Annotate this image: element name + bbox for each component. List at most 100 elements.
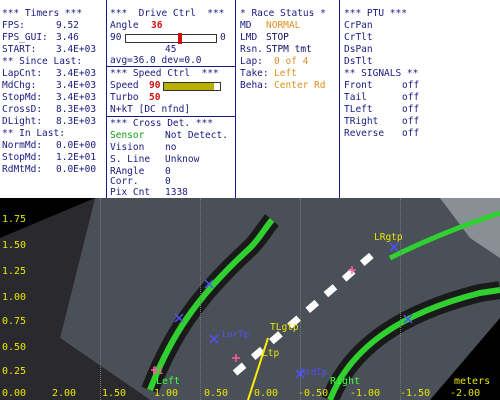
signal-name: Reverse bbox=[344, 128, 385, 139]
marker-label: TLgtp bbox=[270, 322, 299, 333]
y-tick-label: 1.00 bbox=[2, 292, 27, 303]
track-overlay bbox=[0, 198, 500, 400]
timers-panel: *** Timers *** FPS: 9.52 FPS_GUI: 3.46 S… bbox=[0, 0, 107, 198]
signal-value: off bbox=[402, 80, 420, 91]
grid-line bbox=[100, 198, 101, 400]
marker-label: L1 bbox=[152, 366, 164, 377]
ptu-item: CrPan bbox=[344, 20, 373, 31]
stopmd2-label: StopMd: bbox=[2, 152, 43, 163]
cross-divider bbox=[107, 116, 235, 117]
md-label: MD bbox=[240, 20, 252, 31]
y-tick-label: 1.50 bbox=[2, 240, 27, 251]
speed-header: *** Speed Ctrl *** bbox=[110, 68, 219, 79]
md-value: NORMAL bbox=[266, 20, 301, 31]
rsn-value: STPM tmt bbox=[266, 44, 312, 55]
sline-value: Unknow bbox=[165, 154, 200, 165]
ptu-header: *** PTU *** bbox=[344, 8, 407, 19]
grid-line bbox=[400, 198, 401, 400]
angle-slider bbox=[125, 33, 217, 44]
marker-label: RrdTp bbox=[300, 368, 328, 378]
ptu-item: CrTlt bbox=[344, 32, 373, 43]
x-tick-label: -2.00 bbox=[450, 388, 481, 399]
telemetry-panels: *** Timers *** FPS: 9.52 FPS_GUI: 3.46 S… bbox=[0, 0, 500, 198]
since-header: ** Since Last: bbox=[2, 56, 83, 67]
vision-label: Vision bbox=[110, 142, 145, 153]
corr-label: Corr. bbox=[110, 176, 139, 187]
speed-bar bbox=[163, 82, 221, 91]
lap-label: Lap: bbox=[240, 56, 263, 67]
lap-value: 0 of 4 bbox=[274, 56, 309, 67]
signals-header: ** SIGNALS ** bbox=[344, 68, 419, 79]
pixcnt-value: 1338 bbox=[165, 187, 188, 198]
start-value: 3.4E+03 bbox=[56, 44, 97, 55]
speed-bar-fill bbox=[164, 83, 215, 90]
x-tick-label: 2.00 bbox=[52, 388, 77, 399]
take-label: Take: bbox=[240, 68, 269, 79]
crossd-label: CrossD: bbox=[2, 104, 43, 115]
stopmd-value: 3.4E+03 bbox=[56, 92, 97, 103]
cross-header: *** Cross Det. *** bbox=[110, 118, 213, 129]
angle-label: Angle bbox=[110, 20, 139, 31]
left-lane-label: Left bbox=[156, 376, 181, 387]
signal-name: Tail bbox=[344, 92, 367, 103]
sensor-value: Not Detect. bbox=[165, 130, 228, 141]
vision-value: no bbox=[165, 142, 177, 153]
drive-divider bbox=[107, 66, 235, 67]
ptu-item: DsTlt bbox=[344, 56, 373, 67]
start-label: START: bbox=[2, 44, 37, 55]
mdchg-label: MdChg: bbox=[2, 80, 37, 91]
x-tick-label: -0.50 bbox=[298, 388, 329, 399]
marker-label: LnrTp bbox=[222, 330, 250, 340]
fps-value: 9.52 bbox=[56, 20, 79, 31]
normmd-value: 0.0E+00 bbox=[56, 140, 97, 151]
normmd-label: NormMd: bbox=[2, 140, 43, 151]
marker-label: Ltp bbox=[262, 348, 280, 359]
signal-value: off bbox=[402, 128, 420, 139]
x-tick-label: -1.50 bbox=[400, 388, 431, 399]
beha-label: Beha: bbox=[240, 80, 269, 91]
angle-value: 36 bbox=[151, 20, 163, 31]
timers-header: *** Timers *** bbox=[2, 8, 83, 19]
speed-value: 90 bbox=[149, 80, 161, 91]
x-tick-label: 1.50 bbox=[102, 388, 127, 399]
rsn-label: Rsn. bbox=[240, 44, 263, 55]
fpsgui-label: FPS_GUI: bbox=[2, 32, 48, 43]
stopmd2-value: 1.2E+01 bbox=[56, 152, 97, 163]
y-tick-label: 1.25 bbox=[2, 266, 27, 277]
x-tick-label: 0.00 bbox=[254, 388, 279, 399]
y-tick-label: 1.75 bbox=[2, 214, 27, 225]
angle-stats: avg=36.0 dev=0.0 bbox=[110, 55, 202, 66]
grid-line bbox=[200, 198, 201, 400]
x-tick-label: 1.00 bbox=[154, 388, 179, 399]
x-tick-label: 0.50 bbox=[204, 388, 229, 399]
angle-min: 90 bbox=[110, 32, 122, 43]
y-tick-label: 0.75 bbox=[2, 316, 27, 327]
lmd-value: STOP bbox=[266, 32, 289, 43]
fpsgui-value: 3.46 bbox=[56, 32, 79, 43]
stopmd-label: StopMd: bbox=[2, 92, 43, 103]
crossd-value: 8.3E+03 bbox=[56, 104, 97, 115]
mdchg-value: 3.4E+03 bbox=[56, 80, 97, 91]
signal-value: off bbox=[402, 116, 420, 127]
signal-value: off bbox=[402, 92, 420, 103]
turbo-label: Turbo bbox=[110, 92, 139, 103]
sline-label: S. Line bbox=[110, 154, 151, 165]
angle-slider-thumb bbox=[177, 33, 182, 44]
beha-value: Center Rd bbox=[274, 80, 326, 91]
signal-value: off bbox=[402, 104, 420, 115]
signal-name: TRight bbox=[344, 116, 379, 127]
dlight-value: 8.3E+03 bbox=[56, 116, 97, 127]
rdmtmd-label: RdMtMd: bbox=[2, 164, 43, 175]
sensor-label: Sensor bbox=[110, 130, 145, 141]
drive-header: *** Drive Ctrl *** bbox=[110, 8, 225, 19]
lmd-label: LMD bbox=[240, 32, 258, 43]
dlight-label: DLight: bbox=[2, 116, 43, 127]
speed-label: Speed bbox=[110, 80, 139, 91]
angle-mid: 45 bbox=[165, 44, 177, 55]
fps-label: FPS: bbox=[2, 20, 25, 31]
pixcnt-label: Pix Cnt bbox=[110, 187, 151, 198]
inlast-header: ** In Last: bbox=[2, 128, 65, 139]
x-axis-unit: meters bbox=[454, 376, 491, 387]
right-lane-label: Right bbox=[330, 376, 361, 387]
marker-label: LRgtp bbox=[374, 232, 403, 243]
